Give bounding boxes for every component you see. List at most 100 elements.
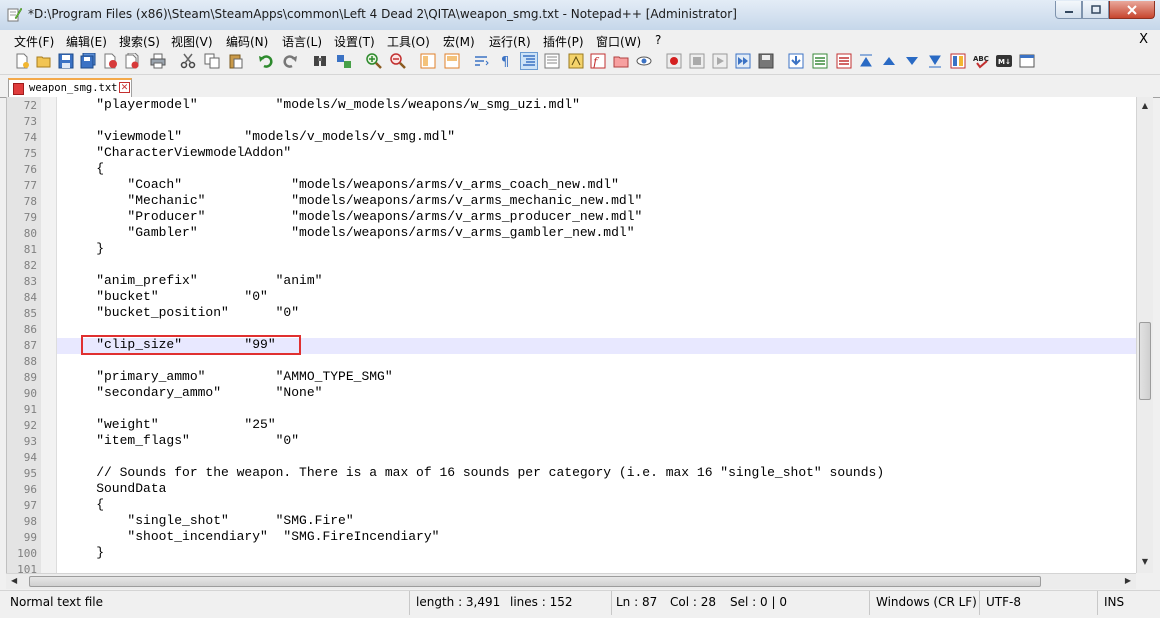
code-line[interactable]: 82 <box>7 257 1137 273</box>
code-line[interactable]: 99 "shoot_incendiary" "SMG.FireIncendiar… <box>7 529 1137 545</box>
menu-help[interactable]: ? <box>655 33 661 47</box>
code-line[interactable]: 74 "viewmodel" "models/v_models/v_smg.md… <box>7 129 1137 145</box>
replace-icon[interactable] <box>336 53 352 69</box>
tab-weapon-smg[interactable]: weapon_smg.txt ✕ <box>8 78 132 97</box>
find-icon[interactable] <box>312 53 328 69</box>
code-line[interactable]: 94 <box>7 449 1137 465</box>
indent-guide-icon[interactable] <box>520 52 538 70</box>
close-file-icon[interactable] <box>102 53 118 69</box>
code-line[interactable]: 72 "playermodel" "models/w_models/weapon… <box>7 97 1137 113</box>
code-line[interactable]: 92 "weight" "25" <box>7 417 1137 433</box>
minimize-button[interactable] <box>1055 1 1082 19</box>
horizontal-scrollbar[interactable]: ◀ ▶ <box>6 573 1136 589</box>
show-all-characters-icon[interactable]: ¶ <box>498 53 514 69</box>
menu-encoding[interactable]: 编码(N) <box>226 33 268 50</box>
open-file-icon[interactable] <box>36 53 52 69</box>
markdown-icon[interactable]: M↓ <box>996 53 1012 69</box>
folder-as-workspace-icon[interactable] <box>613 53 629 69</box>
user-defined-language-icon[interactable] <box>544 53 560 69</box>
vertical-scrollbar[interactable]: ▲ ▼ <box>1136 97 1153 573</box>
playback-macro-icon[interactable] <box>712 53 728 69</box>
copy-icon[interactable] <box>204 53 220 69</box>
code-line[interactable]: 85 "bucket_position" "0" <box>7 305 1137 321</box>
menu-macro[interactable]: 宏(M) <box>443 33 475 50</box>
download-icon[interactable] <box>788 53 804 69</box>
close-document-button[interactable]: X <box>1139 32 1148 47</box>
menu-view[interactable]: 视图(V) <box>171 33 213 50</box>
run-macro-multiple-icon[interactable] <box>735 53 751 69</box>
spell-check-icon[interactable]: ABC <box>973 53 989 69</box>
code-line[interactable]: 80 "Gambler" "models/weapons/arms/v_arms… <box>7 225 1137 241</box>
code-line[interactable]: 93 "item_flags" "0" <box>7 433 1137 449</box>
redo-icon[interactable] <box>282 53 298 69</box>
code-line[interactable]: 90 "secondary_ammo" "None" <box>7 385 1137 401</box>
code-line[interactable]: 76 { <box>7 161 1137 177</box>
code-line[interactable]: 98 "single_shot" "SMG.Fire" <box>7 513 1137 529</box>
previous-diff-icon[interactable] <box>881 53 897 69</box>
code-line[interactable]: 97 { <box>7 497 1137 513</box>
menu-tools[interactable]: 工具(O) <box>387 33 430 50</box>
code-line[interactable]: 75 "CharacterViewmodelAddon" <box>7 145 1137 161</box>
first-diff-icon[interactable] <box>858 53 874 69</box>
new-file-icon[interactable] <box>14 53 30 69</box>
code-line[interactable]: 96 SoundData <box>7 481 1137 497</box>
console-icon[interactable] <box>1019 53 1035 69</box>
menu-run[interactable]: 运行(R) <box>489 33 531 50</box>
save-macro-icon[interactable] <box>758 53 774 69</box>
scroll-up-icon[interactable]: ▲ <box>1139 101 1151 113</box>
menu-settings[interactable]: 设置(T) <box>334 33 375 50</box>
word-wrap-icon[interactable] <box>474 53 490 69</box>
record-macro-icon[interactable] <box>666 53 682 69</box>
monitoring-icon[interactable] <box>636 53 652 69</box>
scroll-right-icon[interactable]: ▶ <box>1125 576 1131 585</box>
zoom-in-icon[interactable] <box>366 53 382 69</box>
scroll-down-icon[interactable]: ▼ <box>1139 557 1151 569</box>
code-line[interactable]: 88 <box>7 353 1137 369</box>
menu-file[interactable]: 文件(F) <box>14 33 54 50</box>
save-all-icon[interactable] <box>80 53 96 69</box>
code-line[interactable]: 83 "anim_prefix" "anim" <box>7 273 1137 289</box>
close-all-icon[interactable] <box>124 53 140 69</box>
status-mode-section[interactable]: INS <box>1098 591 1160 615</box>
code-line[interactable]: 100 } <box>7 545 1137 561</box>
horizontal-scroll-thumb[interactable] <box>29 576 1041 587</box>
code-line[interactable]: 101 <box>7 561 1137 573</box>
compare-clear-icon[interactable] <box>836 53 852 69</box>
code-line[interactable]: 95 // Sounds for the weapon. There is a … <box>7 465 1137 481</box>
code-line[interactable]: 81 } <box>7 241 1137 257</box>
status-encoding-section[interactable]: UTF-8 <box>980 591 1098 615</box>
sync-vertical-icon[interactable] <box>420 53 436 69</box>
print-icon[interactable] <box>150 53 166 69</box>
tab-close-icon[interactable]: ✕ <box>119 82 130 93</box>
document-map-icon[interactable] <box>568 53 584 69</box>
code-line[interactable]: 78 "Mechanic" "models/weapons/arms/v_arm… <box>7 193 1137 209</box>
compare-icon[interactable] <box>812 53 828 69</box>
panel-icon[interactable] <box>950 53 966 69</box>
next-diff-icon[interactable] <box>904 53 920 69</box>
maximize-button[interactable] <box>1082 1 1109 19</box>
code-line[interactable]: 89 "primary_ammo" "AMMO_TYPE_SMG" <box>7 369 1137 385</box>
stop-recording-icon[interactable] <box>689 53 705 69</box>
menu-plugins[interactable]: 插件(P) <box>543 33 584 50</box>
sync-horizontal-icon[interactable] <box>444 53 460 69</box>
last-diff-icon[interactable] <box>927 53 943 69</box>
code-line[interactable]: 91 <box>7 401 1137 417</box>
close-window-button[interactable] <box>1109 1 1155 19</box>
cut-icon[interactable] <box>180 53 196 69</box>
code-line[interactable]: 79 "Producer" "models/weapons/arms/v_arm… <box>7 209 1137 225</box>
status-eol-section[interactable]: Windows (CR LF) <box>870 591 980 615</box>
editor[interactable]: 72 "playermodel" "models/w_models/weapon… <box>6 97 1137 573</box>
zoom-out-icon[interactable] <box>390 53 406 69</box>
code-line[interactable]: 84 "bucket" "0" <box>7 289 1137 305</box>
save-icon[interactable] <box>58 53 74 69</box>
menu-search[interactable]: 搜索(S) <box>119 33 160 50</box>
menu-language[interactable]: 语言(L) <box>282 33 322 50</box>
undo-icon[interactable] <box>258 53 274 69</box>
menu-window[interactable]: 窗口(W) <box>596 33 641 50</box>
menu-edit[interactable]: 编辑(E) <box>66 33 107 50</box>
function-list-icon[interactable]: f <box>590 53 606 69</box>
code-line[interactable]: 73 <box>7 113 1137 129</box>
paste-icon[interactable] <box>228 53 244 69</box>
vertical-scroll-thumb[interactable] <box>1139 322 1151 400</box>
code-line[interactable]: 77 "Coach" "models/weapons/arms/v_arms_c… <box>7 177 1137 193</box>
